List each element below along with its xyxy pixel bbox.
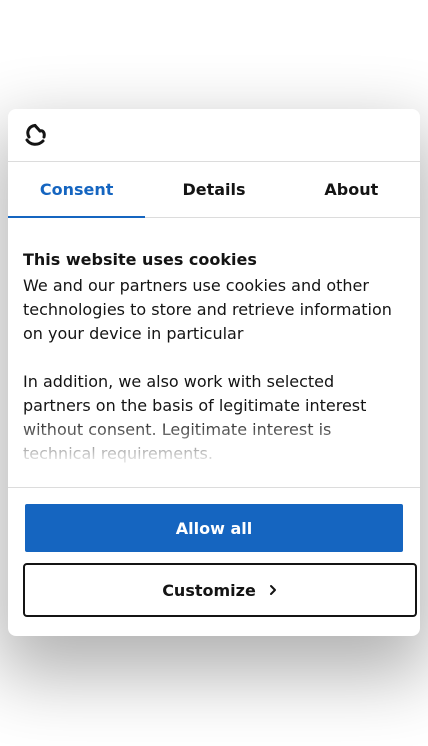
tab-details[interactable]: Details xyxy=(145,162,282,217)
tab-bar: Consent Details About xyxy=(8,162,420,218)
chevron-right-icon xyxy=(269,585,276,595)
customize-button[interactable]: Customize xyxy=(23,563,417,617)
allow-all-button[interactable]: Allow all xyxy=(25,504,403,552)
cookie-consent-dialog: Consent Details About This website uses … xyxy=(8,109,420,636)
tab-about[interactable]: About xyxy=(283,162,420,217)
customize-button-label: Customize xyxy=(162,580,256,600)
consent-paragraph-2: In addition, we also work with selected … xyxy=(23,372,367,463)
consent-content[interactable]: This website uses cookies We and our par… xyxy=(8,218,420,488)
consent-paragraph-1: We and our partners use cookies and othe… xyxy=(23,276,392,343)
consent-title: This website uses cookies xyxy=(23,250,257,269)
cookiebot-logo-icon xyxy=(25,124,46,146)
dialog-header xyxy=(8,109,420,162)
tab-consent[interactable]: Consent xyxy=(8,162,146,218)
